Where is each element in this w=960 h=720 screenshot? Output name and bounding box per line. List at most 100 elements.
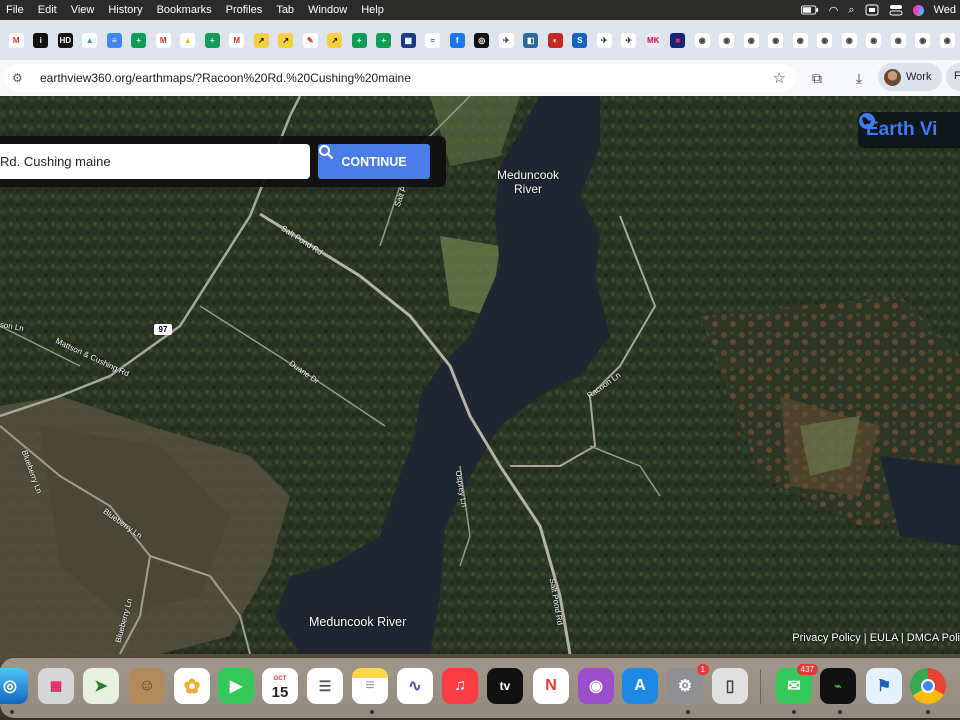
control-center-icon[interactable] — [889, 4, 903, 16]
tab-favicon-icon: ▲ — [82, 32, 98, 48]
menu-history[interactable]: History — [102, 4, 150, 16]
browser-tab[interactable]: ✎ — [298, 27, 323, 53]
tab-favicon-icon: ■ — [670, 32, 686, 48]
lens-search-icon[interactable]: ⧉ — [806, 66, 828, 90]
freeform-icon[interactable]: ∿ — [397, 668, 433, 704]
browser-tab[interactable]: + — [372, 27, 397, 53]
tab-favicon-icon: ◧ — [523, 32, 539, 48]
browser-tab[interactable]: ▲ — [176, 27, 201, 53]
screen-record-icon[interactable] — [865, 4, 879, 16]
download-icon[interactable]: ⤓ — [848, 66, 870, 90]
bookmark-star-icon[interactable]: ☆ — [773, 69, 786, 87]
running-indicator — [838, 710, 842, 714]
system-settings-icon[interactable]: ⚙ 1 — [667, 664, 709, 704]
app-store-icon[interactable]: A — [622, 668, 658, 704]
browser-tab[interactable]: + — [200, 27, 225, 53]
chrome-icon[interactable] — [910, 668, 946, 704]
menu-help[interactable]: Help — [355, 4, 392, 16]
siri-icon[interactable] — [912, 4, 924, 16]
menu-bookmarks[interactable]: Bookmarks — [151, 4, 220, 16]
browser-tab[interactable]: ✈ — [494, 27, 519, 53]
browser-tab[interactable]: ≡ — [102, 27, 127, 53]
browser-tab[interactable]: S — [568, 27, 593, 53]
continue-button[interactable]: CONTINUE — [318, 144, 430, 179]
browser-tab[interactable]: ■ — [666, 27, 691, 53]
activity-monitor-icon[interactable]: ⌁ — [820, 668, 856, 704]
url-text[interactable]: earthview360.org/earthmaps/?Racoon%20Rd.… — [40, 71, 411, 85]
menu-view[interactable]: View — [65, 4, 103, 16]
browser-tab[interactable]: ◉ — [837, 27, 862, 53]
contacts-icon[interactable]: ☺ — [129, 668, 165, 704]
calendar-icon[interactable]: OCT 15 — [262, 668, 298, 704]
facetime-icon[interactable]: ▶ — [218, 668, 254, 704]
xcode-instruments-icon[interactable]: ⚑ — [866, 668, 902, 704]
browser-tab[interactable]: ✈ — [592, 27, 617, 53]
footer-links[interactable]: Privacy Policy | EULA | DMCA Poli — [792, 632, 960, 644]
browser-tab[interactable]: f — [445, 27, 470, 53]
apple-tv-label: tv — [499, 679, 511, 693]
battery-icon[interactable] — [800, 4, 819, 16]
menu-window[interactable]: Window — [302, 4, 355, 16]
browser-tab[interactable]: M — [151, 27, 176, 53]
browser-tab[interactable]: HD — [53, 27, 78, 53]
browser-tab[interactable]: M — [225, 27, 250, 53]
tab-favicon-icon: ✈ — [498, 32, 514, 48]
apple-menu-file[interactable]: File — [0, 4, 32, 16]
browser-tab[interactable]: ▦ — [396, 27, 421, 53]
browser-tab[interactable]: + — [347, 27, 372, 53]
reminders-icon[interactable]: ☰ — [307, 668, 343, 704]
notes-icon[interactable]: ≡ — [352, 668, 388, 704]
location-search-input[interactable] — [0, 144, 310, 179]
wifi-icon[interactable]: ◠ — [829, 4, 839, 17]
tab-favicon-icon: ▲ — [180, 32, 196, 48]
browser-tab[interactable]: i — [29, 27, 54, 53]
safari-icon[interactable]: ◎ — [0, 668, 28, 704]
photos-icon[interactable]: ✿ — [174, 668, 210, 704]
browser-tab[interactable]: MK — [641, 27, 666, 53]
browser-tab[interactable]: + — [127, 27, 152, 53]
site-settings-icon[interactable]: ⚙ — [12, 71, 32, 85]
tab-favicon-icon: ↗ — [253, 32, 269, 48]
messages-icon[interactable]: ✉ 437 — [776, 664, 818, 704]
browser-tab[interactable]: ◉ — [715, 27, 740, 53]
browser-tab[interactable]: ◉ — [911, 27, 936, 53]
browser-tab[interactable]: ◉ — [764, 27, 789, 53]
profile-chip[interactable]: Work — [878, 63, 942, 91]
running-indicator — [686, 710, 690, 714]
music-icon[interactable]: ♫ — [442, 668, 478, 704]
browser-tab[interactable]: ◉ — [813, 27, 838, 53]
search-icon[interactable]: ⌕ — [848, 4, 854, 17]
browser-tab[interactable]: ◉ — [886, 27, 911, 53]
browser-tab[interactable]: ↗ — [323, 27, 348, 53]
tab-favicon-icon: ◉ — [719, 32, 735, 48]
menu-edit[interactable]: Edit — [32, 4, 65, 16]
browser-tab[interactable]: ↗ — [249, 27, 274, 53]
browser-tab[interactable]: ◉ — [690, 27, 715, 53]
browser-tab[interactable]: ✈ — [617, 27, 642, 53]
menu-tab[interactable]: Tab — [270, 4, 302, 16]
address-bar[interactable]: ⚙ earthview360.org/earthmaps/?Racoon%20R… — [4, 64, 796, 92]
maps-icon[interactable]: ➤ — [83, 668, 119, 704]
launchpad-icon[interactable]: ▦ — [38, 668, 74, 704]
news-icon[interactable]: N — [533, 668, 569, 704]
browser-tab[interactable]: ◐ — [543, 27, 568, 53]
menu-profiles[interactable]: Profiles — [220, 4, 271, 16]
clock[interactable]: Wed — [934, 4, 956, 16]
satellite-map[interactable]: Meduncook River Meduncook River Salt Pon… — [0, 96, 960, 654]
browser-tab[interactable]: ≈ — [421, 27, 446, 53]
browser-tab[interactable]: ◧ — [519, 27, 544, 53]
browser-tab[interactable]: M — [4, 27, 29, 53]
browser-tab[interactable]: ◉ — [862, 27, 887, 53]
iphone-mirroring-icon[interactable]: ▯ — [712, 668, 748, 704]
browser-tab[interactable]: ◉ — [935, 27, 960, 53]
browser-tab[interactable]: ◉ — [739, 27, 764, 53]
browser-tab[interactable]: ◉ — [788, 27, 813, 53]
apple-tv-icon[interactable]: tv — [487, 668, 523, 704]
status-area: ◠ ⌕ Wed — [800, 0, 960, 20]
browser-tab[interactable]: ▲ — [78, 27, 103, 53]
browser-tab[interactable]: ↗ — [274, 27, 299, 53]
tab-favicon-icon: S — [572, 32, 588, 48]
earthview-logo[interactable]: Earth Vi — [858, 112, 960, 148]
podcasts-icon[interactable]: ◉ — [578, 668, 614, 704]
browser-tab[interactable]: ◎ — [470, 27, 495, 53]
